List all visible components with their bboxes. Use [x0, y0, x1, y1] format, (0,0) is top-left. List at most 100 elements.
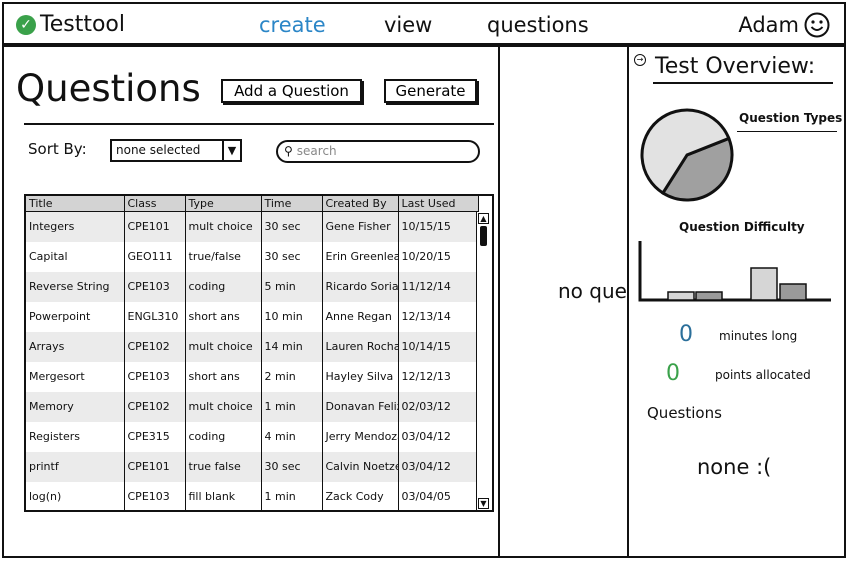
table-cell: Anne Regan [322, 301, 399, 332]
table-cell: 30 sec [261, 451, 323, 482]
table-cell: CPE103 [124, 481, 186, 510]
table-cell: 03/04/05 [398, 481, 479, 510]
sort-select[interactable]: none selected ▼ [110, 139, 242, 162]
generate-button[interactable]: Generate [384, 79, 477, 103]
selected-questions-panel: no questions [498, 45, 629, 558]
scroll-up-icon[interactable]: ▲ [478, 213, 489, 224]
table-cell: coding [185, 271, 262, 302]
test-overview-panel: → Test Overview: Question Types Question… [627, 45, 846, 558]
table-cell: Ricardo Soriano [322, 271, 399, 302]
sort-select-value: none selected [116, 143, 201, 157]
table-cell: Reverse String [26, 271, 125, 302]
column-header-title[interactable]: Title [26, 196, 125, 212]
smiley-avatar-icon [804, 12, 830, 38]
scroll-down-icon[interactable]: ▼ [478, 498, 489, 509]
table-row[interactable]: Memory CPE102 mult choice 1 min Donavan Feli… [26, 391, 479, 422]
table-cell: 1 min [261, 391, 323, 422]
table-cell: Integers [26, 211, 125, 242]
table-cell: Calvin Noetzel [322, 451, 399, 482]
table-cell: 30 sec [261, 241, 323, 272]
table-cell: ENGL310 [124, 301, 186, 332]
table-cell: Hayley Silva [322, 361, 399, 392]
table-cell: mult choice [185, 331, 262, 362]
sort-label: Sort By: [28, 140, 87, 158]
table-row[interactable]: log(n) CPE103 fill blank 1 min Zack Cody 03/0… [26, 481, 479, 510]
table-cell: coding [185, 421, 262, 452]
search-icon: ⚲ [284, 144, 293, 158]
question-difficulty-bar-chart [638, 241, 831, 302]
points-label: points allocated [715, 368, 811, 382]
question-types-pie-chart [640, 108, 734, 202]
table-cell: 10/14/15 [398, 331, 479, 362]
table-cell: 11/12/14 [398, 271, 479, 302]
chevron-down-icon[interactable]: ▼ [222, 141, 240, 160]
table-cell: Mergesort [26, 361, 125, 392]
table-row[interactable]: Registers CPE315 coding 4 min Jerry Mendoza 0… [26, 421, 479, 452]
table-cell: GEO111 [124, 241, 186, 272]
table-cell: CPE103 [124, 361, 186, 392]
table-cell: CPE101 [124, 211, 186, 242]
table-cell: true false [185, 451, 262, 482]
questions-section-label: Questions [647, 404, 722, 422]
divider [24, 123, 494, 125]
collapse-icon[interactable]: → [634, 54, 646, 66]
questions-empty-value: none :( [697, 455, 772, 479]
difficulty-bar [667, 291, 695, 301]
table-cell: Capital [26, 241, 125, 272]
table-row[interactable]: printf CPE101 true false 30 sec Calvin Noetz… [26, 451, 479, 482]
empty-message: no questions [558, 279, 627, 303]
table-cell: mult choice [185, 211, 262, 242]
table-row[interactable]: Arrays CPE102 mult choice 14 min Lauren Roch… [26, 331, 479, 362]
question-types-label: Question Types [739, 111, 843, 125]
table-row[interactable]: Integers CPE101 mult choice 30 sec Gene Fish… [26, 211, 479, 242]
table-cell: log(n) [26, 481, 125, 510]
top-nav-bar: ✓ Testtool create view questions Adam [2, 2, 846, 45]
add-question-button[interactable]: Add a Question [221, 79, 362, 103]
column-header-class[interactable]: Class [124, 196, 186, 212]
column-header-created-by[interactable]: Created By [322, 196, 399, 212]
column-header-last-used[interactable]: Last Used [398, 196, 479, 212]
table-cell: Lauren Rocha [322, 331, 399, 362]
table-row[interactable]: Powerpoint ENGL310 short ans 10 min Anne Reg… [26, 301, 479, 332]
table-cell: Registers [26, 421, 125, 452]
table-cell: fill blank [185, 481, 262, 510]
table-cell: 30 sec [261, 211, 323, 242]
table-row[interactable]: Mergesort CPE103 short ans 2 min Hayley Silv… [26, 361, 479, 392]
table-scrollbar[interactable]: ▲ ▼ [476, 212, 490, 510]
questions-panel: Questions Add a Question Generate Sort B… [2, 45, 500, 558]
difficulty-bar [779, 283, 807, 301]
table-cell: CPE315 [124, 421, 186, 452]
table-cell: 12/13/14 [398, 301, 479, 332]
brand[interactable]: ✓ Testtool [16, 12, 125, 37]
search-input[interactable]: ⚲ search [276, 140, 480, 163]
table-cell: Gene Fisher [322, 211, 399, 242]
nav-view[interactable]: view [384, 13, 432, 37]
table-cell: Powerpoint [26, 301, 125, 332]
table-cell: Jerry Mendoza [322, 421, 399, 452]
table-cell: 12/12/13 [398, 361, 479, 392]
table-cell: 4 min [261, 421, 323, 452]
app-name: Testtool [40, 12, 125, 37]
column-header-type[interactable]: Type [185, 196, 262, 212]
table-cell: CPE103 [124, 271, 186, 302]
question-difficulty-label: Question Difficulty [679, 220, 805, 234]
minutes-value: 0 [679, 322, 693, 347]
nav-questions[interactable]: questions [487, 13, 589, 37]
divider [737, 131, 837, 132]
table-cell: 1 min [261, 481, 323, 510]
table-row[interactable]: Capital GEO111 true/false 30 sec Erin Greenl… [26, 241, 479, 272]
divider [653, 82, 833, 84]
overview-title: Test Overview: [655, 54, 816, 79]
table-cell: CPE102 [124, 391, 186, 422]
user-name: Adam [738, 13, 799, 37]
table-row[interactable]: Reverse String CPE103 coding 5 min Ricardo S… [26, 271, 479, 302]
scroll-thumb[interactable] [480, 226, 487, 246]
table-cell: short ans [185, 301, 262, 332]
difficulty-bar [695, 291, 723, 301]
nav-create[interactable]: create [259, 13, 326, 37]
check-icon: ✓ [16, 14, 36, 35]
table-header-row: Title Class Type Time Created By Last Us… [26, 196, 479, 212]
column-header-time[interactable]: Time [261, 196, 323, 212]
user-menu[interactable]: Adam [738, 12, 830, 38]
table-cell: 10/15/15 [398, 211, 479, 242]
